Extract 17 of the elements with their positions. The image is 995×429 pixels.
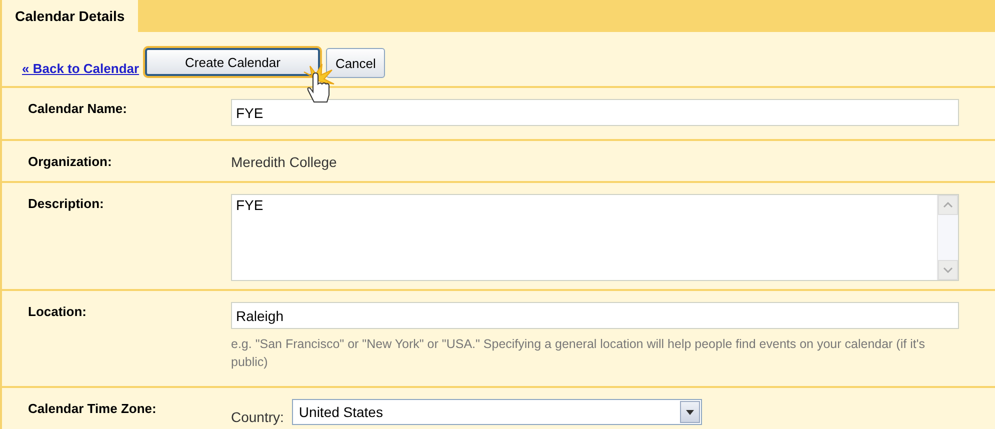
hint-text: e.g. "San Francisco" or "New York" or "USA." Specifying a general location will help people find events on your calendar (if it's public): [231, 336, 926, 371]
scroll-down-icon: [943, 267, 953, 273]
country-label: Country:: [231, 409, 284, 425]
field-label: Calendar Time Zone:: [27, 400, 158, 418]
field-label: Calendar Name:: [27, 100, 128, 118]
field-label: Location:: [27, 303, 88, 321]
organization-text: Meredith College: [231, 153, 338, 170]
country-select[interactable]: United States: [292, 399, 702, 425]
cancel-button[interactable]: Cancel: [326, 48, 385, 78]
dropdown-arrow-icon: [686, 410, 694, 414]
back-link[interactable]: « Back to Calendar: [22, 61, 140, 76]
text-input[interactable]: FYE: [231, 99, 959, 126]
field-label: Organization:: [27, 153, 113, 171]
field-label: Description:: [27, 195, 105, 213]
scroll-up-icon: [943, 202, 953, 208]
text-input[interactable]: Raleigh: [231, 302, 959, 329]
create-calendar-button[interactable]: Create Calendar: [145, 48, 320, 76]
